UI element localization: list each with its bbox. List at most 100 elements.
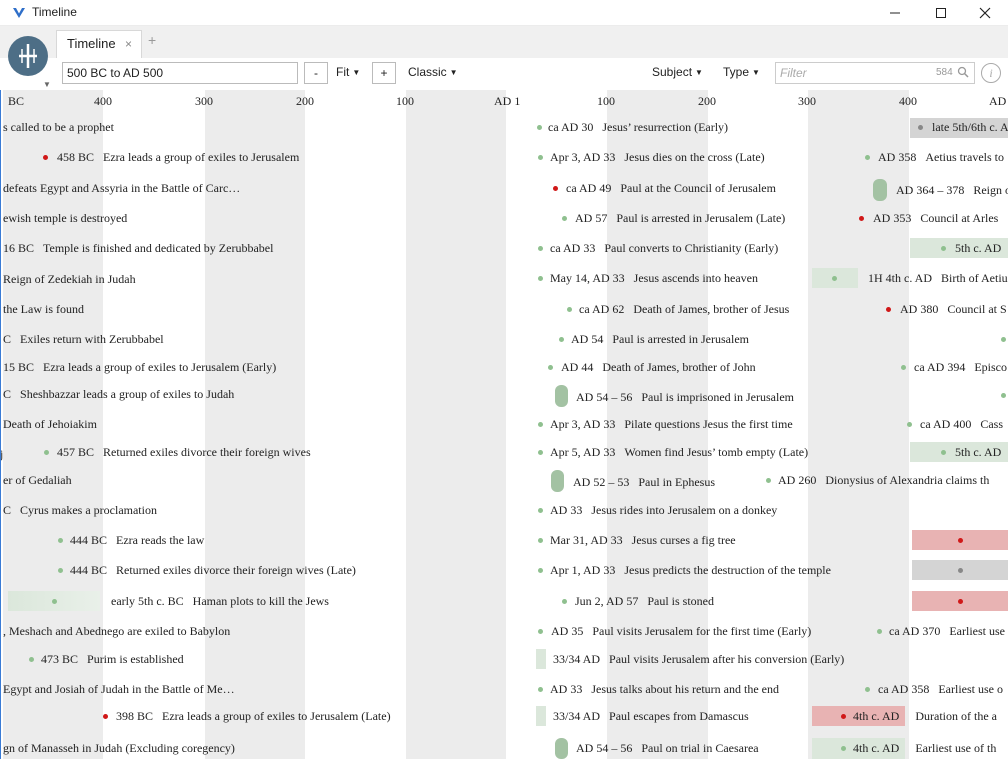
timeline-event[interactable]: AD 364 – 378 Reign o [896, 183, 1008, 198]
range-bar[interactable] [555, 738, 568, 759]
timeline-event[interactable]: AD 54 – 56 Paul on trial in Caesarea [576, 741, 759, 756]
app-menu-button[interactable] [8, 36, 48, 76]
fit-dropdown[interactable]: Fit ▼ [336, 65, 360, 79]
range-bar[interactable] [536, 706, 546, 726]
event-marker[interactable] [537, 125, 542, 130]
timeline-event[interactable]: ewish temple is destroyed [3, 211, 127, 226]
event-marker[interactable] [562, 216, 567, 221]
timeline-event[interactable]: 473 BC Purim is established [41, 652, 184, 667]
event-marker[interactable] [941, 246, 946, 251]
timeline-event[interactable]: AD 358 Aetius travels to [878, 150, 1004, 165]
timeline-event[interactable]: AD 54 – 56 Paul is imprisoned in Jerusale… [576, 390, 794, 405]
timeline-event[interactable]: 444 BC Returned exiles divorce their fore… [70, 563, 356, 578]
timeline-event[interactable]: AD 35 Paul visits Jerusalem for the first… [551, 624, 811, 639]
timeline-event[interactable]: AD 54 Paul is arrested in Jerusalem [571, 332, 749, 347]
event-marker[interactable] [103, 714, 108, 719]
timeline-event[interactable]: 15 BC Ezra leads a group of exiles to Jer… [3, 360, 276, 375]
timeline-event[interactable]: ca AD 400 Cass [920, 417, 1003, 432]
range-bar[interactable] [536, 649, 546, 669]
timeline-event[interactable]: 457 BC Returned exiles divorce their fore… [57, 445, 311, 460]
event-marker[interactable] [567, 307, 572, 312]
timeline-event[interactable]: gn of Manasseh in Judah (Excluding coreg… [3, 741, 235, 756]
add-tab-icon[interactable]: + [148, 32, 156, 48]
event-marker[interactable] [1001, 393, 1006, 398]
help-button[interactable]: i [981, 63, 1001, 83]
timeline-event[interactable]: 444 BC Ezra reads the law [70, 533, 204, 548]
timeline-event[interactable]: ca AD 370 Earliest use [889, 624, 1005, 639]
minimize-button[interactable] [872, 0, 918, 26]
event-marker[interactable] [538, 276, 543, 281]
event-marker[interactable] [886, 307, 891, 312]
event-marker[interactable] [43, 155, 48, 160]
event-marker[interactable] [562, 599, 567, 604]
timeline-event[interactable]: 4th c. AD Duration of the a [853, 709, 997, 724]
event-marker[interactable] [907, 422, 912, 427]
event-marker[interactable] [958, 568, 963, 573]
event-marker[interactable] [841, 746, 846, 751]
timeline-event[interactable]: the Law is found [3, 302, 84, 317]
timeline-event[interactable]: Reign of Zedekiah in Judah [3, 272, 136, 287]
event-marker[interactable] [559, 337, 564, 342]
timeline-event[interactable]: er of Gedaliah [3, 473, 72, 488]
event-marker[interactable] [958, 599, 963, 604]
timeline-event[interactable]: early 5th c. BC Haman plots to kill the J… [111, 594, 329, 609]
timeline-event[interactable]: 4th c. AD Earliest use of th [853, 741, 996, 756]
event-marker[interactable] [538, 155, 543, 160]
timeline-event[interactable]: AD 33 Jesus talks about his return and th… [550, 682, 779, 697]
close-button[interactable] [962, 0, 1008, 26]
range-bar[interactable] [551, 470, 564, 492]
event-marker[interactable] [58, 568, 63, 573]
event-marker[interactable] [841, 714, 846, 719]
timeline-event[interactable]: Death of Jehoiakim [3, 417, 97, 432]
timeline-event[interactable]: ca AD 30 Jesus’ resurrection (Early) [548, 120, 728, 135]
tab-close-icon[interactable]: × [125, 37, 132, 51]
timeline-event[interactable]: ca AD 33 Paul converts to Christianity (E… [550, 241, 778, 256]
timeline-event[interactable]: C Exiles return with Zerubbabel [3, 332, 164, 347]
event-marker[interactable] [538, 629, 543, 634]
timeline-event[interactable]: late 5th/6th c. A [932, 120, 1008, 135]
timeline-event[interactable]: 398 BC Ezra leads a group of exiles to Je… [116, 709, 391, 724]
timeline-event[interactable]: ca AD 49 Paul at the Council of Jerusalem [566, 181, 776, 196]
timeline-event[interactable]: Egypt and Josiah of Judah in the Battle … [3, 682, 235, 697]
timeline-event[interactable]: AD 380 Council at S [900, 302, 1007, 317]
event-marker[interactable] [865, 155, 870, 160]
tab-timeline[interactable]: Timeline × [56, 30, 142, 58]
event-marker[interactable] [58, 538, 63, 543]
event-marker[interactable] [538, 450, 543, 455]
type-dropdown[interactable]: Type ▼ [723, 65, 760, 79]
timeline-event[interactable]: ca AD 394 Episco [914, 360, 1007, 375]
timeline-event[interactable]: Apr 3, AD 33 Pilate questions Jesus the f… [550, 417, 793, 432]
event-marker[interactable] [29, 657, 34, 662]
event-marker[interactable] [958, 538, 963, 543]
timeline-event[interactable]: Apr 3, AD 33 Jesus dies on the cross (Lat… [550, 150, 765, 165]
timeline-event[interactable]: Apr 1, AD 33 Jesus predicts the destructi… [550, 563, 831, 578]
event-marker[interactable] [877, 629, 882, 634]
timeline-event[interactable]: C Cyrus makes a proclamation [3, 503, 157, 518]
timeline-event[interactable]: Jun 2, AD 57 Paul is stoned [575, 594, 714, 609]
event-marker[interactable] [538, 508, 543, 513]
timeline-event[interactable]: AD 33 Jesus rides into Jerusalem on a don… [550, 503, 777, 518]
event-marker[interactable] [1001, 337, 1006, 342]
timeline-event[interactable]: AD 52 – 53 Paul in Ephesus [573, 475, 715, 490]
event-marker[interactable] [859, 216, 864, 221]
timeline-event[interactable]: AD 260 Dionysius of Alexandria claims th [778, 473, 989, 488]
event-marker[interactable] [901, 365, 906, 370]
timeline-event[interactable]: May 14, AD 33 Jesus ascends into heaven [550, 271, 758, 286]
timeline-event[interactable]: AD 57 Paul is arrested in Jerusalem (Late… [575, 211, 785, 226]
zoom-in-button[interactable]: + [372, 62, 396, 84]
timeline-event[interactable]: 1H 4th c. AD Birth of Aetiu [868, 271, 1008, 286]
event-marker[interactable] [538, 246, 543, 251]
timeline-event[interactable]: AD 44 Death of James, brother of John [561, 360, 756, 375]
timeline-event[interactable]: Mar 31, AD 33 Jesus curses a fig tree [550, 533, 736, 548]
zoom-out-button[interactable]: - [304, 62, 328, 84]
timeline-event[interactable]: s called to be a prophet [3, 120, 114, 135]
event-marker[interactable] [52, 599, 57, 604]
event-marker[interactable] [538, 422, 543, 427]
timeline-event[interactable]: ca AD 358 Earliest use o [878, 682, 1003, 697]
timeline-event[interactable]: 5th c. AD [955, 241, 1001, 256]
maximize-button[interactable] [918, 0, 964, 26]
timeline-event[interactable]: 16 BC Temple is finished and dedicated by… [3, 241, 273, 256]
timeline-event[interactable]: 5th c. AD [955, 445, 1001, 460]
event-marker[interactable] [538, 538, 543, 543]
timeline-event[interactable]: Apr 5, AD 33 Women find Jesus’ tomb empty… [550, 445, 808, 460]
